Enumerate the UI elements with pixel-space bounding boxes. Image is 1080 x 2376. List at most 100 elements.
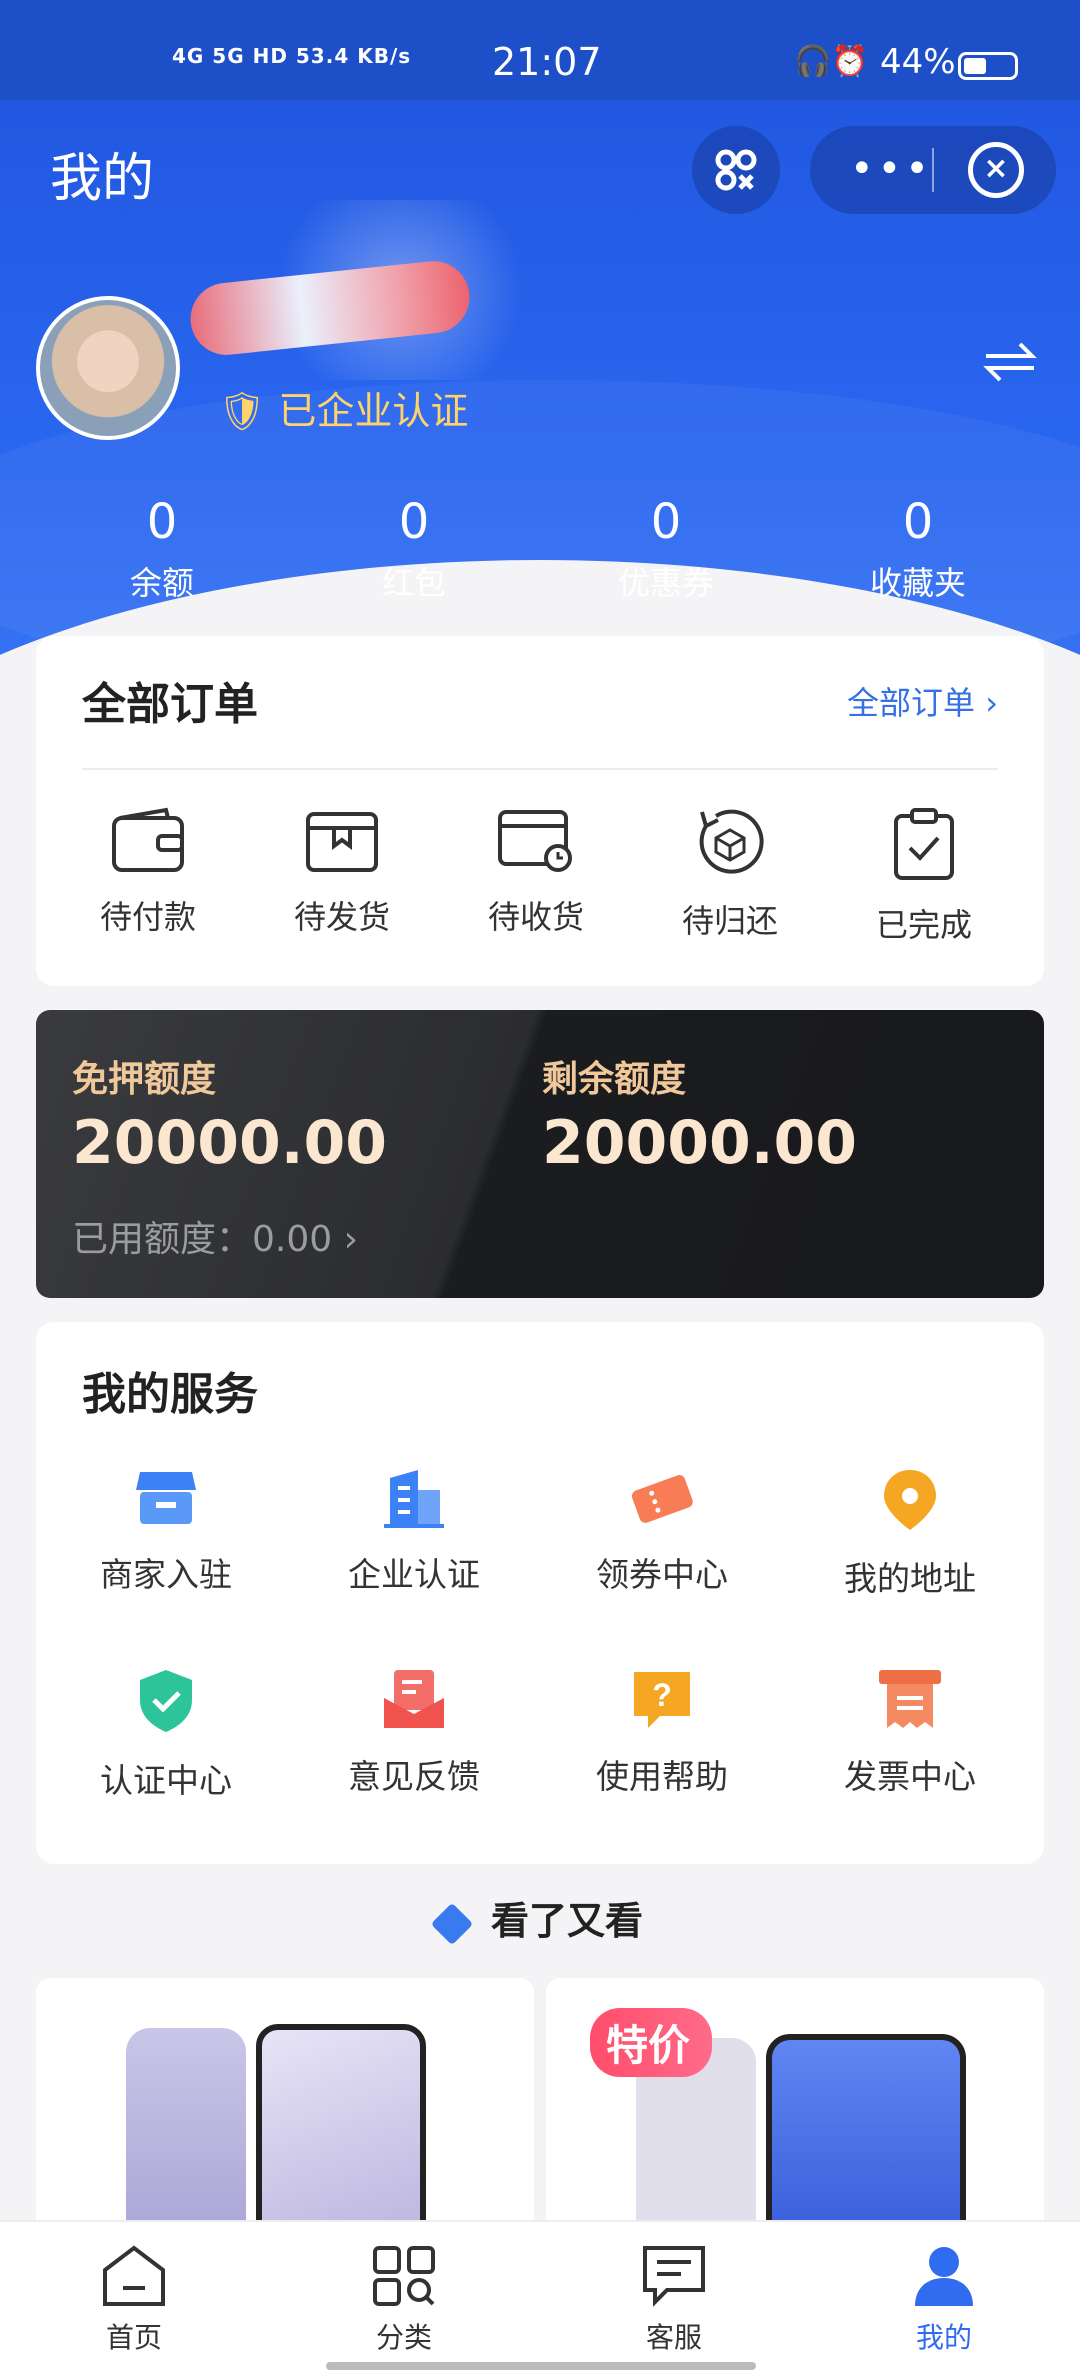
stat-value: 0: [902, 494, 934, 550]
service-label: 认证中心: [100, 1761, 232, 1800]
close-button[interactable]: ×: [968, 142, 1024, 198]
remaining-value: 20000.00: [542, 1108, 858, 1178]
tab-customer-service[interactable]: 客服: [584, 2244, 764, 2356]
service-label: 使用帮助: [596, 1757, 728, 1796]
divider: [82, 768, 998, 770]
scan-button[interactable]: [692, 126, 780, 214]
service-feedback[interactable]: 意见反馈: [314, 1668, 514, 1798]
network-status: 4G 5G HD 53.4 KB/s: [172, 44, 412, 68]
cert-label: 已企业认证: [278, 389, 469, 433]
service-help[interactable]: ? 使用帮助: [562, 1668, 762, 1798]
tab-home[interactable]: 首页: [44, 2244, 224, 2356]
receive-icon: [498, 810, 572, 872]
stat-balance[interactable]: 0 余额: [62, 494, 262, 604]
ticket-icon: [631, 1475, 693, 1523]
badge-label: 特价: [606, 2021, 691, 2070]
page-title: 我的: [50, 149, 155, 209]
service-invoice-center[interactable]: 发票中心: [810, 1668, 1010, 1798]
stat-coupons[interactable]: 0 优惠券: [566, 494, 766, 604]
service-coupon-center[interactable]: 领券中心: [562, 1468, 762, 1596]
user-icon: [915, 2247, 973, 2306]
stat-label: 红包: [381, 564, 446, 602]
stat-favorites[interactable]: 0 收藏夹: [818, 494, 1018, 604]
remaining-label: 剩余额度: [542, 1059, 687, 1100]
chat-icon: [643, 2246, 705, 2307]
home-icon: [103, 2245, 165, 2306]
chevron-right-icon: ›: [343, 1219, 359, 1260]
recommend-title-text: 看了又看: [490, 1899, 643, 1943]
service-cert-center[interactable]: 认证中心: [66, 1668, 266, 1802]
shield-check-icon: 🛡: [218, 389, 267, 433]
help-icon: ?: [634, 1672, 690, 1728]
diamond-icon: [430, 1902, 474, 1945]
service-label: 商家入驻: [100, 1555, 232, 1594]
stat-value: 0: [146, 494, 178, 550]
service-label: 企业认证: [348, 1555, 480, 1594]
stat-red-packet[interactable]: 0 红包: [314, 494, 514, 604]
service-label: 发票中心: [844, 1757, 976, 1796]
tab-category[interactable]: 分类: [314, 2244, 494, 2356]
tab-label: 分类: [375, 2321, 432, 2354]
service-enterprise-cert[interactable]: 企业认证: [314, 1468, 514, 1596]
product-card[interactable]: 特价: [546, 1978, 1044, 2238]
building-icon: [384, 1470, 444, 1528]
special-price-badge: 特价: [590, 2008, 713, 2077]
orders-title: 全部订单: [82, 679, 258, 730]
all-orders-label: 全部订单: [847, 684, 976, 722]
alarm-icon: 🎧⏰: [794, 44, 869, 79]
more-button[interactable]: •••: [850, 146, 933, 192]
orders-card: 全部订单 全部订单 › 待付款 待发货 待收货 待归还 已完成: [36, 636, 1044, 986]
miniprogram-capsule: ••• ×: [810, 126, 1056, 214]
deposit-free-value: 20000.00: [72, 1108, 388, 1178]
swap-icon[interactable]: [982, 340, 1038, 384]
category-icon: [373, 2246, 435, 2306]
stat-label: 余额: [129, 564, 194, 602]
deposit-free-label: 免押额度: [72, 1059, 217, 1100]
credit-card[interactable]: 免押额度 20000.00 剩余额度 20000.00 已用额度：0.00 ›: [36, 1010, 1044, 1298]
scan-icon: [715, 149, 757, 191]
product-image-front: [766, 2034, 966, 2238]
stat-value: 0: [398, 494, 430, 550]
order-pending-receipt[interactable]: 待收货: [446, 806, 626, 938]
product-image-front: [256, 2024, 426, 2238]
stat-value: 0: [650, 494, 682, 550]
feedback-icon: [384, 1670, 444, 1728]
avatar[interactable]: [36, 296, 180, 440]
service-merchant-join[interactable]: 商家入驻: [66, 1468, 266, 1596]
invoice-icon: [879, 1670, 941, 1728]
package-icon: [306, 812, 378, 872]
battery-icon: [958, 52, 1018, 80]
clock: 21:07: [492, 40, 602, 84]
return-icon: [699, 809, 764, 874]
services-card: 我的服务 商家入驻 企业认证 领券中心 我的地址 认证中心 意见反馈 ? 使用帮…: [36, 1322, 1044, 1864]
enterprise-cert-badge: 🛡 已企业认证: [218, 380, 468, 435]
stat-label: 收藏夹: [869, 564, 966, 602]
tab-label: 首页: [105, 2321, 162, 2354]
service-label: 意见反馈: [348, 1757, 480, 1796]
all-orders-link[interactable]: 全部订单 ›: [847, 678, 998, 724]
product-card[interactable]: [36, 1978, 534, 2238]
recommend-title: 看了又看: [0, 1890, 1080, 1945]
svg-text:?: ?: [652, 1677, 672, 1713]
battery-percent: 44%: [880, 42, 956, 82]
tab-label: 客服: [645, 2321, 702, 2354]
service-label: 领券中心: [596, 1555, 728, 1594]
tab-mine[interactable]: 我的: [854, 2244, 1034, 2356]
capsule-divider: [932, 148, 934, 192]
account-stats: 0 余额 0 红包 0 优惠券 0 收藏夹: [0, 494, 1080, 604]
tab-label: 我的: [915, 2321, 972, 2354]
order-pending-return[interactable]: 待归还: [640, 806, 820, 942]
clipboard-check-icon: [894, 808, 954, 880]
used-credit-link[interactable]: 已用额度：0.00 ›: [72, 1210, 358, 1262]
order-pending-shipment[interactable]: 待发货: [252, 806, 432, 938]
wallet-icon: [112, 807, 184, 872]
location-pin-icon: [884, 1470, 936, 1530]
bottom-tab-bar: 首页 分类 客服 我的: [0, 2220, 1080, 2376]
service-my-address[interactable]: 我的地址: [810, 1468, 1010, 1600]
order-label: 已完成: [875, 906, 972, 944]
order-completed[interactable]: 已完成: [834, 806, 1014, 946]
order-label: 待付款: [99, 898, 196, 936]
order-label: 待收货: [487, 898, 584, 936]
order-pending-payment[interactable]: 待付款: [58, 806, 238, 938]
shield-check-icon: [140, 1670, 192, 1732]
